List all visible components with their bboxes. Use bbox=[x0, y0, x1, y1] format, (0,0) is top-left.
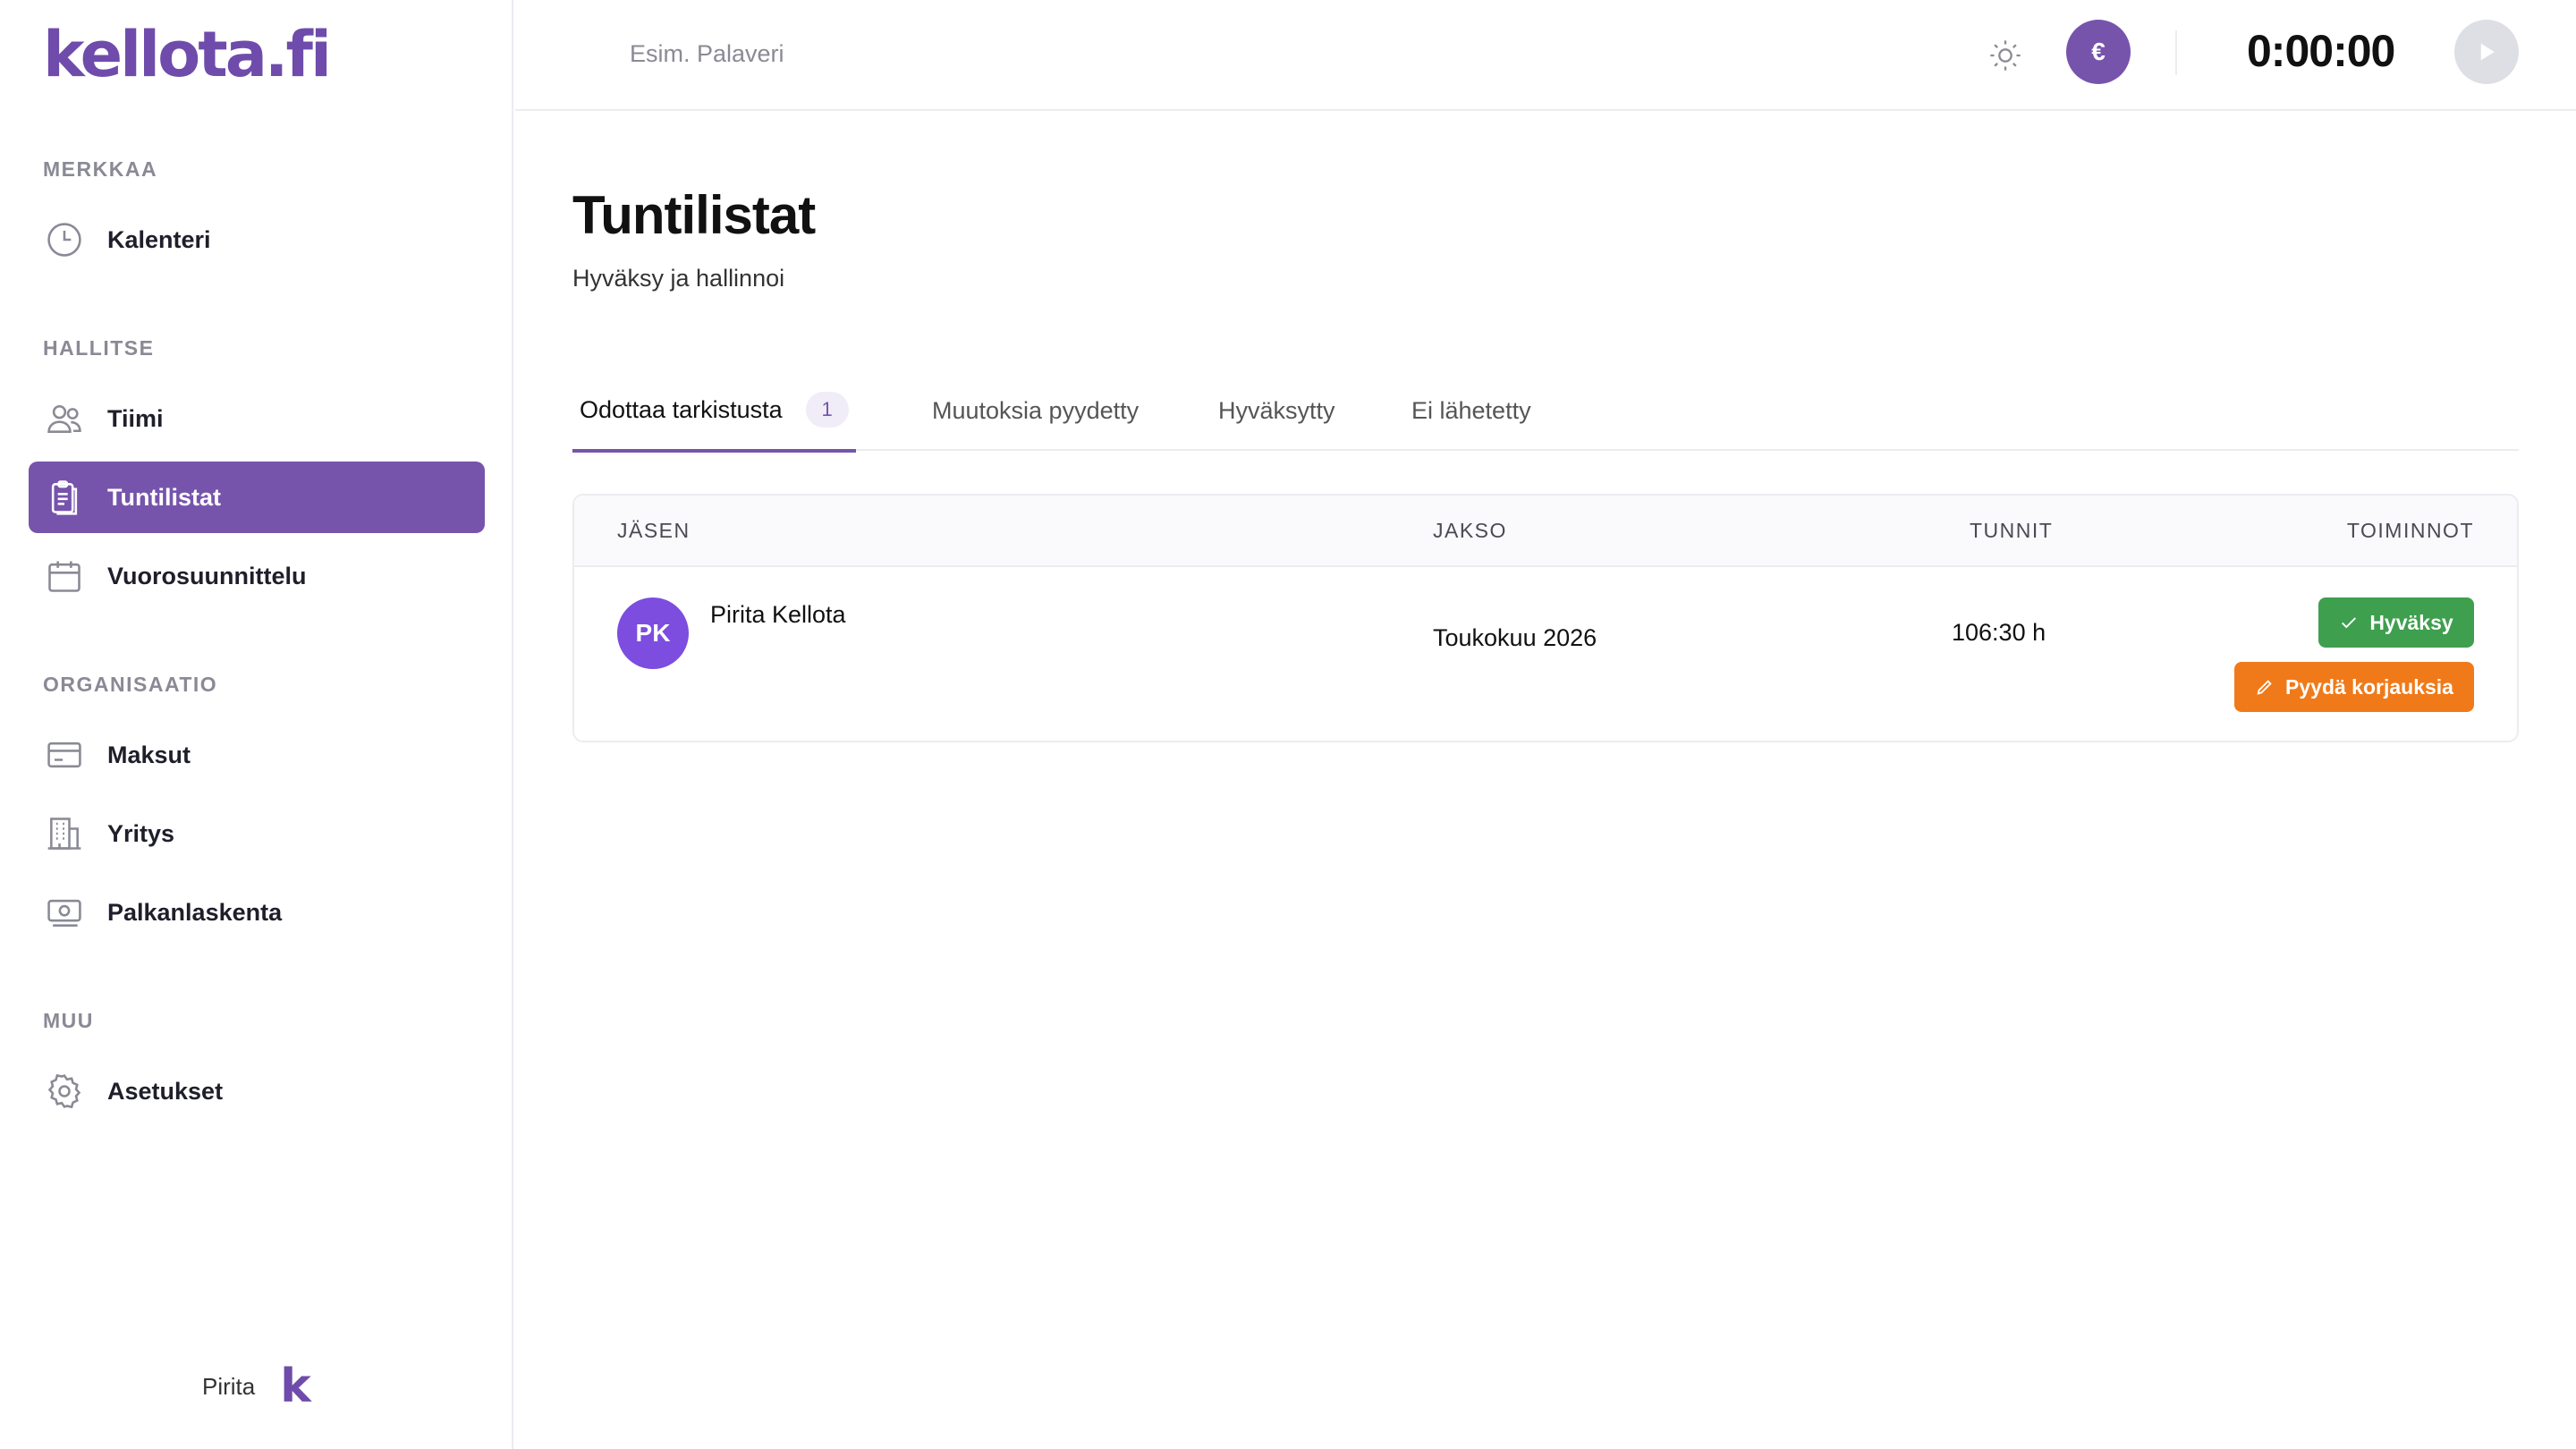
play-icon bbox=[2473, 38, 2500, 65]
member-name: Pirita Kellota bbox=[710, 601, 846, 628]
tab-odottaa-tarkistusta[interactable]: Odottaa tarkistusta 1 bbox=[572, 370, 856, 453]
period-cell: Toukokuu 2026 bbox=[1433, 624, 1597, 651]
tab-label: Ei lähetetty bbox=[1411, 396, 1531, 424]
top-bar: € 0:00:00 bbox=[515, 0, 2576, 111]
section-title-hallitse: HALLITSE bbox=[43, 336, 155, 360]
sidebar-item-tuntilistat[interactable]: Tuntilistat bbox=[29, 462, 485, 533]
column-header-period: JAKSO bbox=[1433, 519, 1507, 542]
check-icon bbox=[2339, 613, 2359, 632]
sidebar-item-label: Tiimi bbox=[107, 404, 164, 432]
user-name: Pirita bbox=[202, 1372, 256, 1400]
money-icon bbox=[45, 893, 84, 932]
sidebar-item-tiimi[interactable]: Tiimi bbox=[29, 383, 485, 454]
calendar-icon bbox=[45, 556, 84, 596]
timesheet-table: JÄSEN JAKSO TUNNIT TOIMINNOT PK Pirita K… bbox=[572, 494, 2519, 742]
app: kellota.fi MERKKAA Kalenteri HALLITSE Ti… bbox=[0, 0, 2576, 1449]
sidebar-item-asetukset[interactable]: Asetukset bbox=[29, 1055, 485, 1127]
clock-icon bbox=[45, 220, 84, 259]
table-row: PK Pirita Kellota Toukokuu 2026 106:30 h… bbox=[574, 569, 2517, 741]
avatar: PK bbox=[617, 597, 689, 669]
section-title-merkkaa: MERKKAA bbox=[43, 157, 158, 181]
table-header: JÄSEN JAKSO TUNNIT TOIMINNOT bbox=[574, 496, 2517, 567]
tab-bar: Odottaa tarkistusta 1 Muutoksia pyydetty… bbox=[572, 370, 2519, 453]
column-header-hours: TUNNIT bbox=[1970, 519, 2054, 542]
tab-label: Odottaa tarkistusta bbox=[580, 395, 783, 423]
column-header-member: JÄSEN bbox=[617, 519, 691, 542]
sidebar-item-palkanlaskenta[interactable]: Palkanlaskenta bbox=[29, 877, 485, 948]
page-title: Tuntilistat bbox=[572, 185, 816, 245]
clipboard-icon bbox=[45, 478, 84, 517]
sidebar-item-yritys[interactable]: Yritys bbox=[29, 798, 485, 869]
tab-muutoksia-pyydetty[interactable]: Muutoksia pyydetty bbox=[932, 370, 1139, 451]
currency-button[interactable]: € bbox=[2066, 20, 2131, 84]
start-timer-button[interactable] bbox=[2454, 20, 2519, 84]
sidebar: kellota.fi MERKKAA Kalenteri HALLITSE Ti… bbox=[0, 0, 513, 1449]
page-subtitle: Hyväksy ja hallinnoi bbox=[572, 265, 785, 292]
sidebar-item-label: Maksut bbox=[107, 741, 191, 768]
theme-toggle-button[interactable] bbox=[1982, 32, 2029, 79]
tab-hyvaksytty[interactable]: Hyväksytty bbox=[1218, 370, 1335, 451]
request-corrections-button[interactable]: Pyydä korjauksia bbox=[2234, 662, 2474, 712]
sidebar-item-label: Palkanlaskenta bbox=[107, 898, 283, 926]
approve-button[interactable]: Hyväksy bbox=[2318, 597, 2474, 648]
sidebar-item-label: Tuntilistat bbox=[107, 483, 221, 511]
building-icon bbox=[45, 814, 84, 853]
tab-label: Muutoksia pyydetty bbox=[932, 396, 1140, 424]
tab-count-badge: 1 bbox=[805, 392, 849, 428]
sidebar-item-maksut[interactable]: Maksut bbox=[29, 719, 485, 791]
gear-icon bbox=[45, 1072, 84, 1111]
tab-ei-lahetetty[interactable]: Ei lähetetty bbox=[1411, 370, 1531, 451]
sidebar-item-vuorosuunnittelu[interactable]: Vuorosuunnittelu bbox=[29, 540, 485, 612]
sidebar-item-label: Vuorosuunnittelu bbox=[107, 562, 307, 589]
user-footer[interactable]: Pirita k bbox=[202, 1360, 311, 1413]
approve-button-label: Hyväksy bbox=[2369, 610, 2453, 634]
sun-icon bbox=[1987, 38, 2023, 73]
logo[interactable]: kellota.fi bbox=[43, 18, 332, 91]
pencil-icon bbox=[2255, 677, 2275, 697]
section-title-muu: MUU bbox=[43, 1009, 94, 1032]
hours-cell: 106:30 h bbox=[1952, 619, 2046, 646]
users-icon bbox=[45, 399, 84, 438]
divider bbox=[2175, 30, 2177, 75]
section-title-organisaatio: ORGANISAATIO bbox=[43, 673, 218, 696]
sidebar-item-label: Kalenteri bbox=[107, 225, 211, 253]
brand-mark: k bbox=[280, 1360, 311, 1413]
sidebar-item-kalenteri[interactable]: Kalenteri bbox=[29, 204, 485, 275]
column-header-actions: TOIMINNOT bbox=[2346, 519, 2474, 542]
task-input[interactable] bbox=[630, 34, 1166, 73]
timer-display: 0:00:00 bbox=[2247, 26, 2395, 76]
credit-card-icon bbox=[45, 735, 84, 775]
tab-label: Hyväksytty bbox=[1218, 396, 1335, 424]
sidebar-item-label: Asetukset bbox=[107, 1077, 224, 1105]
sidebar-item-label: Yritys bbox=[107, 819, 175, 847]
request-corrections-label: Pyydä korjauksia bbox=[2285, 674, 2453, 699]
